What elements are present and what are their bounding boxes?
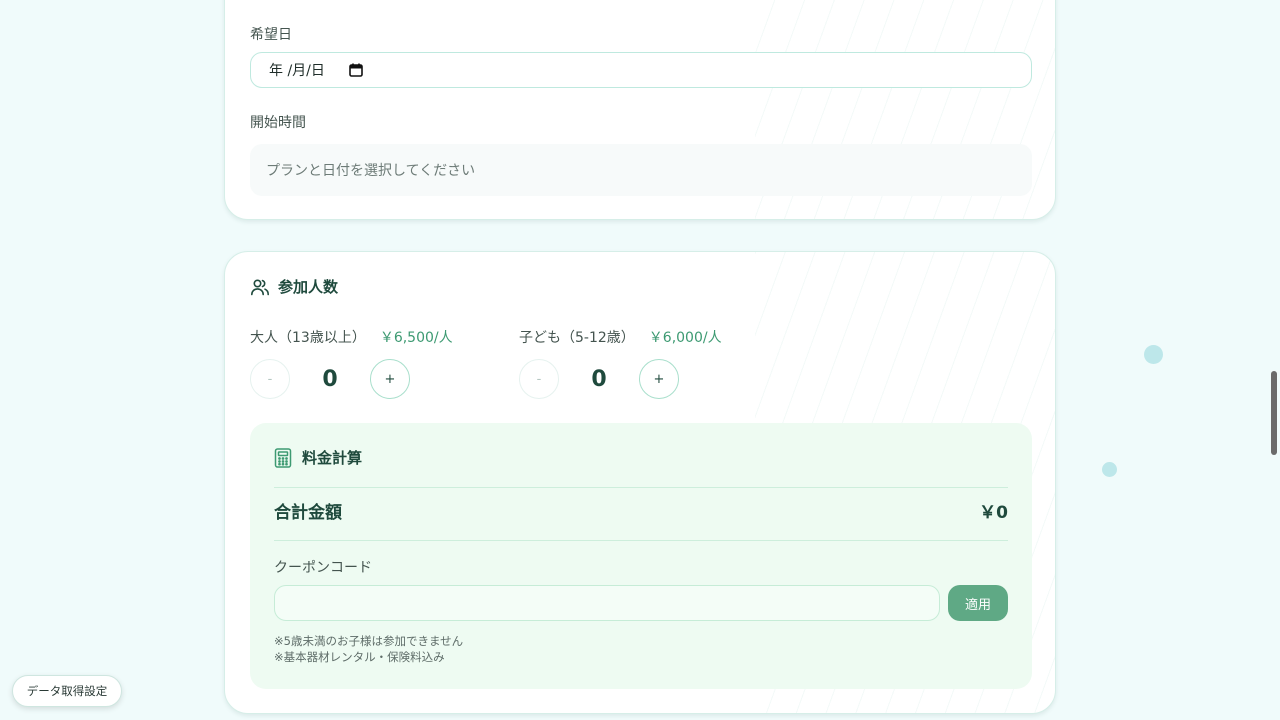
total-amount: ￥0 [979, 503, 1008, 523]
decorative-dot [1144, 345, 1163, 364]
data-settings-button[interactable]: データ取得設定 [12, 675, 122, 707]
participants-heading: 参加人数 [250, 276, 338, 297]
coupon-input[interactable] [274, 585, 940, 621]
adult-stepper: - 0 + [250, 359, 453, 399]
adult-label-row: 大人（13歳以上） ￥6,500/人 [250, 327, 453, 347]
adult-counter: 大人（13歳以上） ￥6,500/人 - 0 + [250, 327, 453, 399]
divider [274, 540, 1008, 541]
start-time-placeholder: プランと日付を選択してください [266, 163, 476, 179]
adult-price: ￥6,500/人 [379, 330, 453, 346]
page: 希望日 年 /月/日 開始時間 プランと日付を選択してください 参加人数 大人（… [0, 0, 1280, 720]
adult-increment-button[interactable]: + [370, 359, 410, 399]
participants-card: 参加人数 大人（13歳以上） ￥6,500/人 - 0 + 子ども（5-12歳） ￥… [224, 251, 1056, 714]
fee-title: 料金計算 [302, 449, 363, 467]
start-time-select[interactable]: プランと日付を選択してください [250, 144, 1032, 196]
child-increment-button[interactable]: + [639, 359, 679, 399]
date-label: 希望日 [250, 27, 292, 43]
adult-decrement-button[interactable]: - [250, 359, 290, 399]
date-input[interactable]: 年 /月/日 [250, 52, 1032, 88]
start-time-label: 開始時間 [250, 115, 306, 131]
divider [274, 487, 1008, 488]
note-age-limit: ※5歳未満のお子様は参加できません [274, 634, 464, 648]
child-count: 0 [591, 366, 607, 392]
fee-calculation-box: 料金計算 合計金額 ￥0 クーポンコード 適用 ※5歳未満のお子様は参加できませ… [250, 423, 1032, 689]
calculator-icon [274, 447, 292, 468]
note-included: ※基本器材レンタル・保険料込み [274, 650, 445, 664]
decorative-dot [1102, 462, 1117, 477]
adult-label: 大人（13歳以上） [250, 330, 366, 346]
schedule-card: 希望日 年 /月/日 開始時間 プランと日付を選択してください [224, 0, 1056, 220]
fee-heading: 料金計算 [274, 447, 362, 468]
calendar-icon[interactable] [349, 63, 363, 77]
users-icon [250, 277, 270, 297]
coupon-label: クーポンコード [274, 560, 372, 576]
scrollbar-thumb[interactable] [1271, 371, 1277, 455]
participants-title: 参加人数 [278, 278, 339, 296]
total-label: 合計金額 [274, 503, 342, 523]
child-label: 子ども（5-12歳） [519, 330, 635, 346]
child-label-row: 子ども（5-12歳） ￥6,000/人 [519, 327, 722, 347]
adult-count: 0 [322, 366, 338, 392]
child-stepper: - 0 + [519, 359, 722, 399]
child-decrement-button[interactable]: - [519, 359, 559, 399]
child-counter: 子ども（5-12歳） ￥6,000/人 - 0 + [519, 327, 722, 399]
child-price: ￥6,000/人 [648, 330, 722, 346]
date-input-value: 年 /月/日 [269, 63, 325, 79]
apply-coupon-button[interactable]: 適用 [948, 585, 1008, 621]
